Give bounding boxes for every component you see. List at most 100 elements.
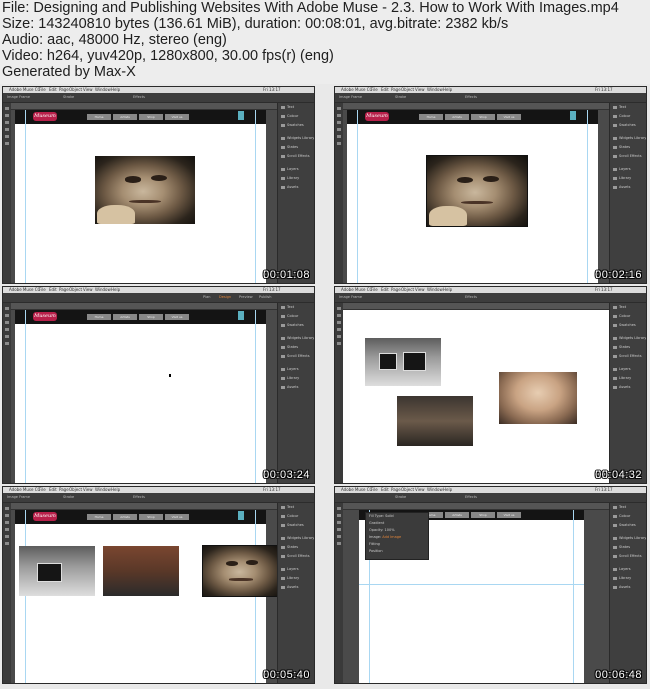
panel-assets: Assets bbox=[610, 183, 646, 192]
panel-scroll-effects: Scroll Effects bbox=[610, 152, 646, 161]
badge bbox=[570, 111, 576, 120]
gallery-image bbox=[103, 546, 179, 596]
nav-artists: Artists bbox=[113, 514, 137, 520]
panel-widgets: Widgets Library bbox=[610, 134, 646, 143]
fill-type-value: Solid bbox=[385, 514, 394, 518]
design-canvas: Museum Home Artists Shop Visit us bbox=[343, 110, 610, 283]
panel-scroll-effects: Scroll Effects bbox=[610, 352, 646, 361]
panel-swatches: Swatches bbox=[610, 321, 646, 330]
thumbnail-4: Adobe Muse CC File Edit Page Object View… bbox=[334, 286, 647, 484]
gradient-option: Gradient bbox=[369, 521, 385, 525]
panel-layers: Layers bbox=[610, 365, 646, 374]
options-bar: Image Frame Stroke Effects bbox=[335, 93, 646, 103]
panel-widgets: Widgets Library bbox=[278, 134, 314, 143]
nav-artists: Artists bbox=[445, 114, 469, 120]
site-nav: Home Artists Shop Visit us bbox=[419, 512, 523, 519]
nav-visit: Visit us bbox=[165, 314, 189, 320]
position-row[interactable]: Position bbox=[366, 548, 428, 555]
guide bbox=[25, 310, 26, 483]
timestamp: 00:01:08 bbox=[263, 269, 310, 281]
nav-visit: Visit us bbox=[497, 114, 521, 120]
fitting-label: Fitting bbox=[369, 542, 380, 546]
panels: Text Colour Swatches Widgets Library Sta… bbox=[609, 503, 646, 683]
panel-library: Library bbox=[610, 174, 646, 183]
ruler bbox=[343, 303, 610, 310]
options-label: Image Frame bbox=[339, 95, 362, 99]
mode-design: Design bbox=[219, 295, 232, 299]
badge bbox=[238, 111, 244, 120]
options-label: Image Frame bbox=[339, 295, 362, 299]
gradient-row[interactable]: Gradient bbox=[366, 520, 428, 527]
timestamp: 00:04:32 bbox=[595, 469, 642, 481]
ruler bbox=[11, 503, 278, 510]
nav-artists: Artists bbox=[113, 114, 137, 120]
panel-assets: Assets bbox=[278, 183, 314, 192]
thumbnail-1: Adobe Muse CC File Edit Page Object View… bbox=[2, 86, 315, 284]
panel-states: States bbox=[278, 343, 314, 352]
panel-layers: Layers bbox=[278, 165, 314, 174]
design-canvas: Home Artists Shop Visit us Fill Type: Solid… bbox=[343, 510, 610, 683]
panel-swatches: Swatches bbox=[278, 521, 314, 530]
guide bbox=[255, 310, 256, 483]
ear-closeup-image bbox=[499, 372, 577, 424]
guide bbox=[587, 110, 588, 283]
options-stroke: Stroke bbox=[63, 95, 75, 99]
file-info-header: File: Designing and Publishing Websites … bbox=[0, 0, 650, 84]
panel-assets: Assets bbox=[278, 583, 314, 592]
portrait-image-selected[interactable] bbox=[202, 545, 280, 597]
options-stroke: Stroke bbox=[395, 95, 407, 99]
nav-visit: Visit us bbox=[497, 512, 521, 518]
panel-colour: Colour bbox=[278, 512, 314, 521]
guide bbox=[25, 510, 26, 683]
page: Museum Home Artists Shop Visit us bbox=[347, 110, 598, 283]
site-logo: Museum bbox=[33, 112, 57, 121]
options-bar: Image Frame Effects bbox=[335, 293, 646, 303]
panel-colour: Colour bbox=[610, 312, 646, 321]
ruler bbox=[343, 103, 610, 110]
mode-plan: Plan bbox=[203, 295, 211, 299]
guide bbox=[25, 110, 26, 283]
badge bbox=[238, 511, 244, 520]
ruler bbox=[11, 103, 278, 110]
badge bbox=[238, 311, 244, 320]
mode-preview: Preview bbox=[239, 295, 253, 299]
nav-home: Home bbox=[419, 114, 443, 120]
panel-widgets: Widgets Library bbox=[278, 334, 314, 343]
options-bar: Plan Design Preview Publish bbox=[3, 293, 314, 303]
nav-visit: Visit us bbox=[165, 114, 189, 120]
guide bbox=[573, 510, 574, 683]
guide bbox=[359, 584, 584, 585]
site-nav: Home Artists Shop Visit us bbox=[87, 514, 191, 521]
opacity-label: Opacity bbox=[369, 528, 383, 532]
opacity-row[interactable]: Opacity: 100% bbox=[366, 527, 428, 534]
portrait-image-selected[interactable] bbox=[426, 155, 528, 227]
nav-artists: Artists bbox=[113, 314, 137, 320]
options-effects: Effects bbox=[133, 495, 145, 499]
panels: Text Colour Swatches Widgets Library Sta… bbox=[277, 103, 314, 283]
guide bbox=[357, 110, 358, 283]
panel-layers: Layers bbox=[278, 565, 314, 574]
gallery-image bbox=[365, 338, 441, 386]
design-canvas bbox=[343, 310, 610, 483]
video-line: Video: h264, yuv420p, 1280x800, 30.00 fp… bbox=[2, 48, 334, 64]
design-canvas: Museum Home Artists Shop Visit us bbox=[11, 510, 280, 683]
page: Museum Home Artists Shop Visit us bbox=[15, 110, 266, 283]
options-effects: Effects bbox=[133, 95, 145, 99]
site-header: Museum Home Artists Shop Visit us bbox=[15, 310, 266, 324]
options-bar: Image Frame Stroke Effects bbox=[3, 493, 314, 503]
options-effects: Effects bbox=[465, 295, 477, 299]
nav-home: Home bbox=[87, 314, 111, 320]
panels: Text Colour Swatches Widgets Library Sta… bbox=[277, 303, 314, 483]
panel-states: States bbox=[278, 543, 314, 552]
site-nav: Home Artists Shop Visit us bbox=[87, 314, 191, 321]
thumbnail-3: Adobe Muse CC File Edit Page Object View… bbox=[2, 286, 315, 484]
panel-colour: Colour bbox=[278, 112, 314, 121]
image-row[interactable]: Image: Add Image bbox=[366, 534, 428, 541]
nav-shop: Shop bbox=[139, 114, 163, 120]
fill-dialog[interactable]: Fill Type: Solid Gradient Opacity: 100% … bbox=[365, 512, 429, 560]
panels: Text Colour Swatches Widgets Library Sta… bbox=[609, 303, 646, 483]
fitting-row[interactable]: Fitting bbox=[366, 541, 428, 548]
add-image-link: Add Image bbox=[382, 535, 402, 539]
fill-type-row[interactable]: Fill Type: Solid bbox=[366, 513, 428, 520]
panel-states: States bbox=[610, 143, 646, 152]
